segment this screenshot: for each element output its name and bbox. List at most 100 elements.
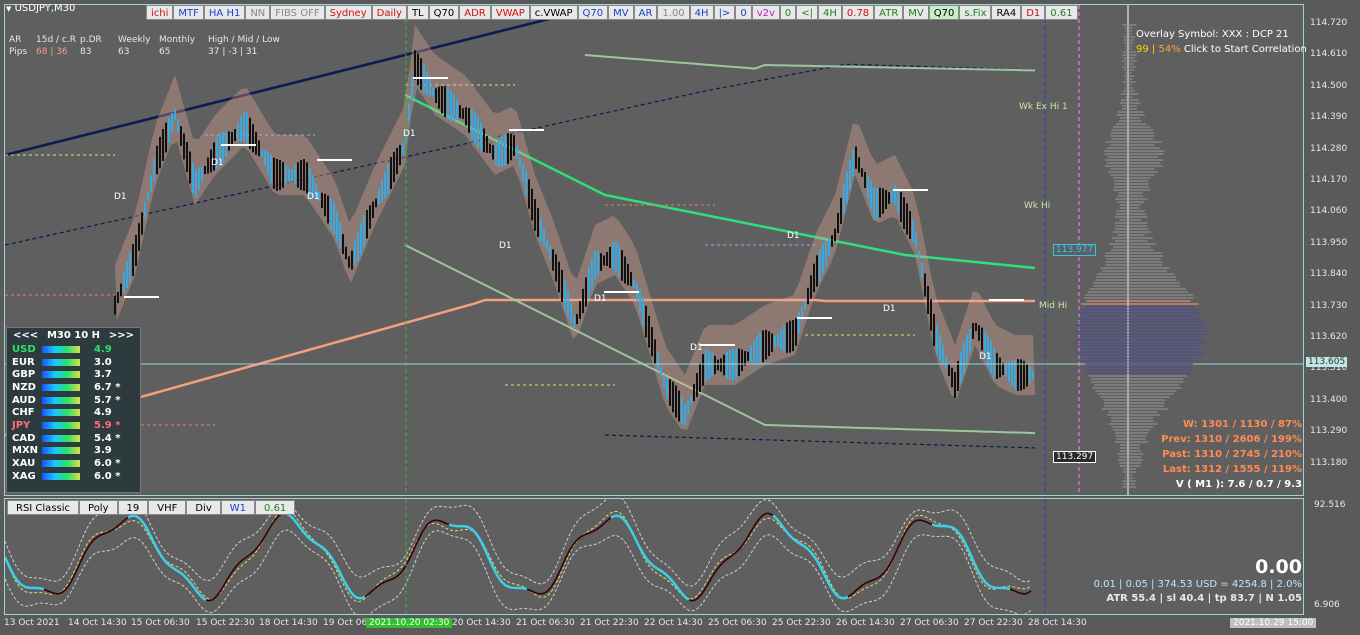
- toolbar-button-1-00[interactable]: 1.00: [657, 5, 689, 20]
- currency-row-xag[interactable]: XAG 6.0 *: [7, 470, 140, 483]
- d1-label: D1: [690, 343, 703, 353]
- price-chart-canvas[interactable]: [5, 5, 1304, 496]
- pips-header: AR: [9, 34, 36, 46]
- time-tick: 25 Oct 22:30: [772, 618, 831, 628]
- price-chart[interactable]: [4, 4, 1304, 496]
- arrow-down-icon: ▼: [6, 5, 11, 13]
- toolbar-button-mtf[interactable]: MTF: [173, 5, 204, 20]
- price-tick: 113.400: [1310, 395, 1347, 405]
- rsi-info: 0.00 0.01 | 0.05 | 374.53 USD = 4254.8 |…: [1094, 556, 1302, 606]
- toolbar-button-0[interactable]: 0: [780, 5, 796, 20]
- rsi-toolbar-button-div[interactable]: Div: [186, 500, 220, 515]
- rsi-axis-max: 92.516: [1314, 500, 1346, 510]
- band-dashed-lower: [605, 435, 1035, 448]
- rsi-toolbar-button-w1[interactable]: W1: [221, 500, 255, 515]
- currency-row-gbp[interactable]: GBP 3.7: [7, 368, 140, 381]
- pips-value: 63: [118, 46, 159, 58]
- time-axis[interactable]: 13 Oct 2021 14 Oct 14:30 15 Oct 06:30 15 Oc…: [0, 616, 1304, 635]
- toolbar-button-sydney[interactable]: Sydney: [325, 5, 372, 20]
- next-button[interactable]: >>>: [109, 330, 134, 341]
- price-tick: 114.610: [1310, 49, 1347, 59]
- toolbar-button-q70[interactable]: Q70: [929, 5, 960, 20]
- toolbar-button-q70[interactable]: Q70: [578, 5, 609, 20]
- currency-row-aud[interactable]: AUD 5.7 *: [7, 394, 140, 407]
- correlation-link[interactable]: 99 | 54% Click to Start Correlation: [1136, 42, 1307, 57]
- currency-value: 3.7: [94, 369, 124, 380]
- toolbar-button-c-vwap[interactable]: c.VWAP: [530, 5, 578, 20]
- toolbar-button--[interactable]: <|: [796, 5, 818, 20]
- rsi-axis: 92.516 6.906: [1304, 498, 1360, 615]
- price-axis[interactable]: 114.720 114.610 114.500 114.390 114.280 114.1…: [1304, 4, 1360, 496]
- stats-w: W: 1301 / 1130 / 87%: [1161, 417, 1302, 432]
- ichimoku-cloud: [115, 25, 1035, 430]
- wk-hi-label: Wk Hi: [1024, 201, 1050, 211]
- rsi-toolbar-button-rsi-classic[interactable]: RSI Classic: [7, 500, 79, 515]
- time-tick: 2021.10.29 15:00: [1230, 618, 1316, 628]
- rsi-toolbar-button-19[interactable]: 19: [118, 500, 149, 515]
- toolbar-button-mv[interactable]: MV: [608, 5, 633, 20]
- time-tick: 14 Oct 14:30: [68, 618, 127, 628]
- pips-header: 15d / c.R: [36, 34, 80, 46]
- toolbar-button-s-fix[interactable]: s.Fix: [959, 5, 991, 20]
- toolbar-button-ichi[interactable]: ichi: [146, 5, 173, 20]
- toolbar-button-vwap[interactable]: VWAP: [491, 5, 530, 20]
- toolbar-button-0-61[interactable]: 0.61: [1045, 5, 1077, 20]
- rsi-toolbar-button-poly[interactable]: Poly: [79, 500, 118, 515]
- toolbar-button-nn[interactable]: NN: [245, 5, 270, 20]
- toolbar-button-adr[interactable]: ADR: [459, 5, 491, 20]
- toolbar-button--[interactable]: |>: [714, 5, 736, 20]
- currency-row-mxn[interactable]: MXN 3.9: [7, 445, 140, 458]
- currency-row-chf[interactable]: CHF 4.9: [7, 406, 140, 419]
- stats-v: V ( M1 ): 7.6 / 0.7 / 9.3: [1161, 477, 1302, 492]
- toolbar-button-daily[interactable]: Daily: [372, 5, 407, 20]
- currency-row-eur[interactable]: EUR 3.0: [7, 356, 140, 369]
- strength-bar: [42, 371, 80, 378]
- currency-value: 6.7 *: [94, 382, 124, 393]
- currency-code: EUR: [12, 357, 42, 368]
- time-tick: 22 Oct 14:30: [644, 618, 703, 628]
- toolbar-button-ra4[interactable]: RA4: [991, 5, 1021, 20]
- toolbar-button-q70[interactable]: Q70: [429, 5, 460, 20]
- currency-row-xau[interactable]: XAU 6.0 *: [7, 457, 140, 470]
- strength-bar: [42, 384, 80, 391]
- toolbar-button-ar[interactable]: AR: [634, 5, 658, 20]
- rsi-toolbar-button-0-61[interactable]: 0.61: [255, 500, 295, 515]
- time-tick: 27 Oct 22:30: [964, 618, 1023, 628]
- pips-header: High / Mid / Low: [208, 34, 280, 46]
- toolbar-button-d1[interactable]: D1: [1021, 5, 1045, 20]
- price-tick: 113.730: [1310, 301, 1347, 311]
- rsi-axis-min: 6.906: [1314, 600, 1340, 610]
- currency-value: 5.9 *: [94, 420, 124, 431]
- toolbar-button-fibs-off[interactable]: FIBS OFF: [270, 5, 324, 20]
- toolbar-button-v2v[interactable]: v2v: [752, 5, 780, 20]
- d1-label: D1: [883, 304, 896, 314]
- currency-row-usd[interactable]: USD 4.9: [7, 343, 140, 356]
- toolbar-button-tl[interactable]: TL: [407, 5, 429, 20]
- strength-bar: [42, 473, 80, 480]
- currency-code: NZD: [12, 382, 42, 393]
- price-tick: 113.840: [1310, 269, 1347, 279]
- pips-table: AR 15d / c.R p.DR Weekly Monthly High / Mid /…: [9, 34, 280, 58]
- rsi-toolbar-button-vhf[interactable]: VHF: [148, 500, 186, 515]
- price-tick: 114.390: [1310, 112, 1347, 122]
- currency-row-jpy[interactable]: JPY 5.9 *: [7, 419, 140, 432]
- strength-bar: [42, 422, 80, 429]
- price-tick: 114.280: [1310, 144, 1347, 154]
- toolbar-button-mv[interactable]: MV: [903, 5, 928, 20]
- toolbar-button-ha-h1[interactable]: HA H1: [204, 5, 245, 20]
- toolbar-button-atr[interactable]: ATR: [874, 5, 903, 20]
- toolbar-button-0-78[interactable]: 0.78: [842, 5, 874, 20]
- price-box-cyan: 113.977: [1053, 244, 1096, 256]
- prev-button[interactable]: <<<: [13, 330, 38, 341]
- pips-value: 83: [80, 46, 118, 58]
- wk-ex-hi-label: Wk Ex Hi 1: [1019, 102, 1068, 112]
- currency-row-cad[interactable]: CAD 5.4 *: [7, 432, 140, 445]
- currency-code: USD: [12, 344, 42, 355]
- currency-row-nzd[interactable]: NZD 6.7 *: [7, 381, 140, 394]
- d1-label: D1: [307, 192, 320, 202]
- toolbar-button-4h[interactable]: 4H: [818, 5, 842, 20]
- strength-bar: [42, 359, 80, 366]
- toolbar-button-4h[interactable]: 4H: [690, 5, 714, 20]
- toolbar-button-0[interactable]: 0: [735, 5, 751, 20]
- currency-code: JPY: [12, 420, 42, 431]
